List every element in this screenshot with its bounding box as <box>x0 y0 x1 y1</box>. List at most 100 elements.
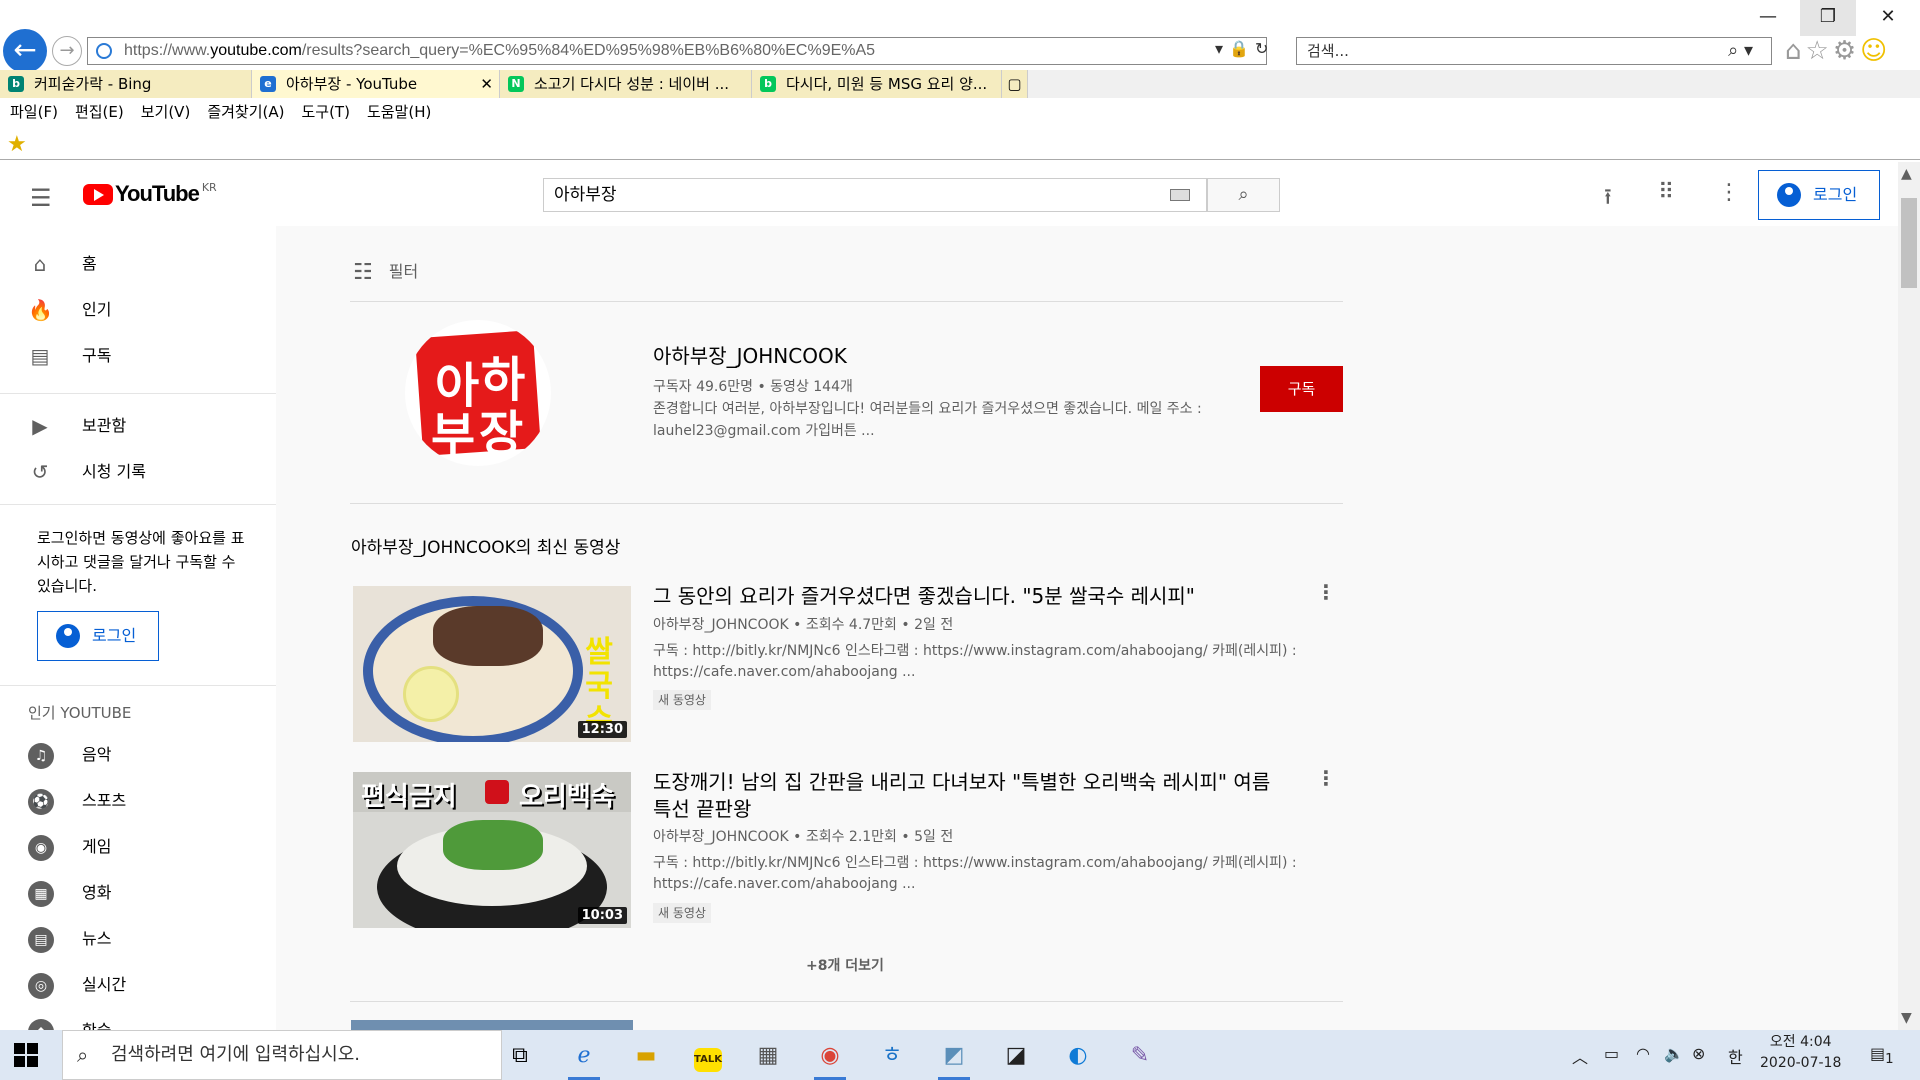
youtube-logo[interactable]: YouTube KR <box>83 181 217 209</box>
sidebar-item-library[interactable]: ▶ 보관함 <box>0 403 276 449</box>
minimize-button[interactable]: — <box>1740 0 1796 36</box>
tab-naver[interactable]: N 소고기 다시다 성분 : 네이버 ... <box>500 70 752 98</box>
menu-view[interactable]: 보기(V) <box>141 103 191 121</box>
scroll-down-icon[interactable]: ▼ <box>1901 1010 1912 1026</box>
apps-icon[interactable]: ⠿ <box>1658 180 1674 205</box>
battery-icon[interactable]: ▭ <box>1604 1044 1619 1063</box>
notification-icon[interactable]: ▤1 <box>1870 1044 1894 1067</box>
sidebar-item-live[interactable]: ◎ 실시간 <box>0 962 276 1008</box>
refresh-icon[interactable]: ↻ <box>1255 39 1274 58</box>
ime-indicator[interactable]: 한 <box>1728 1044 1743 1068</box>
sports-icon: ⚽ <box>28 789 54 815</box>
show-more-button[interactable]: +8개 더보기 <box>806 955 884 975</box>
thumbnail-badge <box>485 780 509 804</box>
dropdown-icon[interactable]: ▾ <box>1215 39 1229 58</box>
subscribe-button[interactable]: 구독 <box>1260 366 1343 412</box>
add-favorite-icon[interactable]: ★ <box>7 132 27 157</box>
menu-edit[interactable]: 편집(E) <box>75 103 124 121</box>
internet-explorer-icon[interactable]: ℯ <box>564 1036 604 1080</box>
page-scrollbar[interactable]: ▲ ▼ <box>1898 162 1920 1030</box>
channel-logo-glyph: 장 <box>479 406 524 462</box>
menu-help[interactable]: 도움말(H) <box>367 103 431 121</box>
filter-icon: ☷ <box>353 260 373 285</box>
search-input[interactable]: 아하부장 <box>543 178 1207 212</box>
sidebar-item-learning[interactable]: ◆학습 <box>0 1008 276 1030</box>
menu-bar: 파일(F) 편집(E) 보기(V) 즐겨찾기(A) 도구(T) 도움말(H) <box>0 98 1920 126</box>
restore-button[interactable]: ❐ <box>1800 0 1856 36</box>
video-title[interactable]: 그 동안의 요리가 즐거우셨다면 좋겠습니다. "5분 쌀국수 레시피" <box>653 583 1283 610</box>
sidebar-item-gaming[interactable]: ◉ 게임 <box>0 824 276 870</box>
chrome-icon[interactable]: ◉ <box>810 1036 850 1080</box>
thumbnail-text: 편식금지 <box>361 782 457 812</box>
video-menu-icon[interactable]: ⋮ <box>1316 766 1336 790</box>
paint-icon[interactable]: ✎ <box>1120 1036 1160 1076</box>
video-thumbnail[interactable]: 쌀국수 12:30 <box>353 586 631 742</box>
home-icon[interactable]: ⌂ <box>1785 36 1806 66</box>
next-result-thumbnail[interactable] <box>351 1020 633 1030</box>
video-menu-icon[interactable]: ⋮ <box>1316 580 1336 604</box>
favorites-star-icon[interactable]: ☆ <box>1806 36 1833 66</box>
sidebar-item-home[interactable]: ⌂ 홈 <box>0 241 276 287</box>
channel-avatar[interactable]: 아 하 부 장 <box>405 320 551 466</box>
sidebar-item-movies[interactable]: ▦ 영화 <box>0 870 276 916</box>
sidebar-item-subscriptions[interactable]: ▤ 구독 <box>0 333 276 379</box>
more-vert-icon[interactable]: ⋮ <box>1718 180 1740 205</box>
kakaotalk-icon[interactable]: TALK <box>688 1036 728 1076</box>
close-window-button[interactable]: ✕ <box>1860 0 1916 36</box>
file-explorer-icon[interactable]: ▬ <box>626 1036 666 1076</box>
sidebar-login-button[interactable]: 로그인 <box>37 611 159 661</box>
keyboard-icon[interactable] <box>1170 189 1190 201</box>
windows-start-icon[interactable] <box>14 1043 38 1067</box>
play-icon <box>83 183 113 205</box>
network-error-icon[interactable]: ⊗ <box>1692 1044 1705 1063</box>
forward-button[interactable]: → <box>52 36 82 66</box>
tab-bing[interactable]: b 커피숟가락 - Bing <box>0 70 252 98</box>
gear-icon[interactable]: ⚙ <box>1833 36 1860 66</box>
search-button[interactable]: ⌕ <box>1207 178 1280 212</box>
menu-file[interactable]: 파일(F) <box>10 103 58 121</box>
close-tab-icon[interactable]: ✕ <box>480 70 493 98</box>
scroll-up-icon[interactable]: ▲ <box>1901 166 1912 182</box>
video-title[interactable]: 도장깨기! 남의 집 간판을 내리고 다녀보자 "특별한 오리백숙 레시피" 여… <box>653 769 1283 823</box>
sidebar-item-news[interactable]: ▤ 뉴스 <box>0 916 276 962</box>
video-thumbnail[interactable]: 편식금지 오리백숙 10:03 <box>353 772 631 928</box>
sidebar-item-history[interactable]: ↺ 시청 기록 <box>0 449 276 495</box>
menu-tools[interactable]: 도구(T) <box>301 103 349 121</box>
app-icon[interactable]: ◩ <box>934 1036 974 1080</box>
learning-icon: ◆ <box>28 1019 54 1030</box>
login-button[interactable]: 로그인 <box>1758 170 1880 220</box>
lock-icon[interactable]: 🔒 <box>1229 39 1255 58</box>
sidebar-item-sports[interactable]: ⚽ 스포츠 <box>0 778 276 824</box>
flame-icon: 🔥 <box>28 298 53 322</box>
address-tools[interactable]: ▾🔒↻ <box>1215 39 1274 58</box>
section-heading: 아하부장_JOHNCOOK의 최신 동영상 <box>351 538 621 558</box>
system-clock[interactable]: 오전 4:04 2020-07-18 <box>1760 1032 1841 1074</box>
tab-blog[interactable]: b 다시다, 미원 등 MSG 요리 양... <box>752 70 1002 98</box>
new-tab-button[interactable]: ▢ <box>1002 70 1028 98</box>
tray-arrow-icon[interactable]: ︿ <box>1572 1044 1588 1068</box>
tab-youtube[interactable]: e 아하부장 - YouTube ✕ <box>252 70 500 98</box>
menu-favorites[interactable]: 즐겨찾기(A) <box>207 103 284 121</box>
task-view-icon[interactable]: ⧉ <box>500 1036 540 1076</box>
address-bar[interactable]: https://www.youtube.com/results?search_q… <box>87 37 1267 65</box>
search-icon[interactable]: ⌕ ▾ <box>1728 38 1753 64</box>
ie-icon: e <box>260 76 276 92</box>
edge-icon[interactable]: ◐ <box>1058 1036 1098 1076</box>
upload-icon[interactable]: ⭱ <box>1604 180 1612 218</box>
taskbar-search-input[interactable]: ⌕ 검색하려면 여기에 입력하십시오. <box>62 1030 502 1080</box>
hangul-icon[interactable]: ㅎ <box>872 1036 912 1076</box>
browser-search-input[interactable]: 검색... ⌕ ▾ <box>1296 37 1772 65</box>
scroll-thumb[interactable] <box>1901 198 1917 288</box>
sidebar-item-trending[interactable]: 🔥 인기 <box>0 287 276 333</box>
sidebar-item-music[interactable]: ♫ 음악 <box>0 732 276 778</box>
notification-count: 1 <box>1885 1052 1894 1068</box>
volume-icon[interactable]: 🔈 <box>1664 1044 1684 1063</box>
filter-button[interactable]: ☷ 필터 <box>353 258 418 285</box>
channel-name[interactable]: 아하부장_JOHNCOOK <box>653 340 847 369</box>
calculator-icon[interactable]: ▦ <box>748 1036 788 1076</box>
back-button[interactable]: ← <box>3 29 47 73</box>
menu-icon[interactable]: ☰ <box>30 184 52 212</box>
wifi-icon[interactable]: ◠ <box>1636 1044 1650 1063</box>
sticky-notes-icon[interactable]: ◪ <box>996 1036 1036 1076</box>
smiley-icon[interactable]: ☺ <box>1860 36 1891 66</box>
